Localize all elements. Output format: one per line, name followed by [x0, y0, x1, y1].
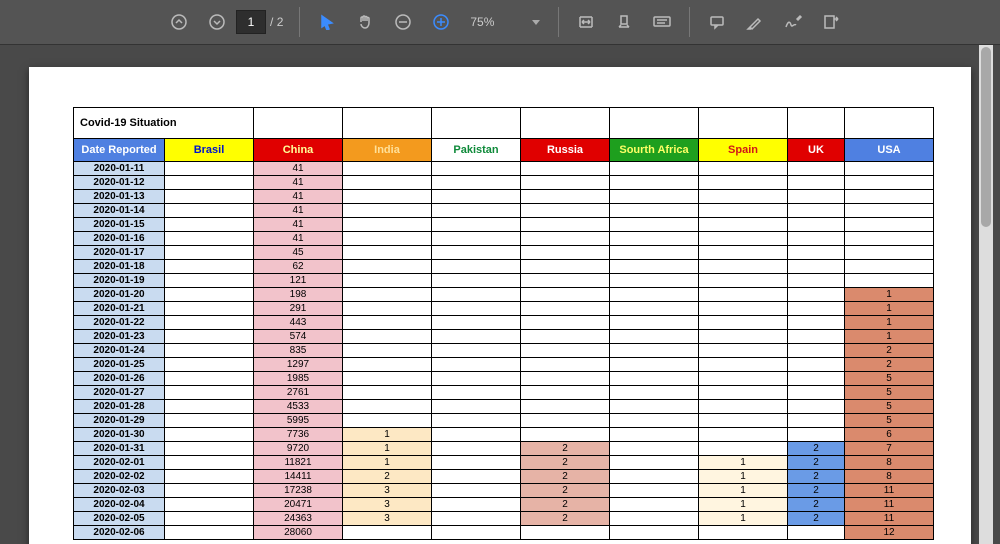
- hdr-pak: Pakistan: [432, 139, 521, 162]
- page-number-input[interactable]: 1: [236, 10, 266, 34]
- pan-tool-button[interactable]: [346, 0, 384, 44]
- table-row: 2020-02-0524363321211: [74, 512, 934, 526]
- pdf-viewport[interactable]: Covid-19 Situation Date Reported Brasil …: [0, 45, 1000, 544]
- zoom-out-icon: [394, 13, 412, 31]
- signature-icon: [783, 13, 803, 31]
- table-row: 2020-02-0317238321211: [74, 484, 934, 498]
- select-tool-button[interactable]: [308, 0, 346, 44]
- hdr-uk: UK: [788, 139, 845, 162]
- hdr-sa: Sourth Africa: [610, 139, 699, 162]
- zoom-level-select[interactable]: 75%: [464, 11, 546, 33]
- sheet-title: Covid-19 Situation: [74, 108, 254, 139]
- table-row: 2020-02-011182112128: [74, 456, 934, 470]
- pdf-toolbar: 1 / 2 75%: [0, 0, 1000, 45]
- hand-icon: [356, 13, 374, 31]
- highlighter-icon: [746, 13, 764, 31]
- hdr-russia: Russia: [521, 139, 610, 162]
- table-row: 2020-01-1241: [74, 176, 934, 190]
- zoom-in-icon: [432, 13, 450, 31]
- comment-button[interactable]: [698, 0, 736, 44]
- zoom-out-button[interactable]: [384, 0, 422, 44]
- chevron-down-icon: [532, 20, 540, 25]
- table-row: 2020-02-021441122128: [74, 470, 934, 484]
- table-row: 2020-01-224431: [74, 316, 934, 330]
- table-row: 2020-01-1141: [74, 162, 934, 176]
- table-row: 2020-01-1745: [74, 246, 934, 260]
- table-row: 2020-01-2845335: [74, 400, 934, 414]
- read-mode-button[interactable]: [643, 0, 681, 44]
- hdr-brasil: Brasil: [165, 139, 254, 162]
- table-row: 2020-02-0420471321211: [74, 498, 934, 512]
- table-row: 2020-01-3197201227: [74, 442, 934, 456]
- table-row: 2020-01-19121: [74, 274, 934, 288]
- table-row: 2020-01-235741: [74, 330, 934, 344]
- highlight-button[interactable]: [736, 0, 774, 44]
- fit-width-icon: [577, 13, 595, 31]
- table-row: 2020-01-201981: [74, 288, 934, 302]
- hdr-date: Date Reported: [74, 139, 165, 162]
- table-row: 2020-01-1441: [74, 204, 934, 218]
- comment-icon: [708, 13, 726, 31]
- hdr-spain: Spain: [699, 139, 788, 162]
- scrollbar-thumb[interactable]: [981, 47, 991, 227]
- next-page-button[interactable]: [198, 0, 236, 44]
- table-row: 2020-01-1541: [74, 218, 934, 232]
- table-row: 2020-01-2727615: [74, 386, 934, 400]
- export-icon: [822, 13, 840, 31]
- hdr-usa: USA: [845, 139, 934, 162]
- arrow-down-circle-icon: [208, 13, 226, 31]
- table-row: 2020-01-1641: [74, 232, 934, 246]
- table-row: 2020-01-1862: [74, 260, 934, 274]
- zoom-in-button[interactable]: [422, 0, 460, 44]
- table-row: 2020-01-2512972: [74, 358, 934, 372]
- cursor-icon: [319, 14, 335, 30]
- page-total-label: / 2: [270, 15, 283, 29]
- table-row: 2020-01-2959955: [74, 414, 934, 428]
- table-row: 2020-02-062806012: [74, 526, 934, 540]
- vertical-scrollbar[interactable]: [979, 45, 993, 544]
- sign-button[interactable]: [774, 0, 812, 44]
- table-row: 2020-01-30773616: [74, 428, 934, 442]
- table-row: 2020-01-2619855: [74, 372, 934, 386]
- arrow-up-circle-icon: [170, 13, 188, 31]
- table-row: 2020-01-248352: [74, 344, 934, 358]
- read-mode-icon: [652, 14, 672, 30]
- table-title-row: Covid-19 Situation: [74, 108, 934, 139]
- hdr-india: India: [343, 139, 432, 162]
- hdr-china: China: [254, 139, 343, 162]
- prev-page-button[interactable]: [160, 0, 198, 44]
- covid-table: Covid-19 Situation Date Reported Brasil …: [73, 107, 934, 540]
- export-button[interactable]: [812, 0, 850, 44]
- page-view-icon: [615, 13, 633, 31]
- fit-width-button[interactable]: [567, 0, 605, 44]
- table-row: 2020-01-1341: [74, 190, 934, 204]
- zoom-level-text: 75%: [470, 15, 494, 29]
- table-header-row: Date Reported Brasil China India Pakista…: [74, 139, 934, 162]
- page-view-button[interactable]: [605, 0, 643, 44]
- pdf-page: Covid-19 Situation Date Reported Brasil …: [29, 67, 971, 544]
- table-row: 2020-01-212911: [74, 302, 934, 316]
